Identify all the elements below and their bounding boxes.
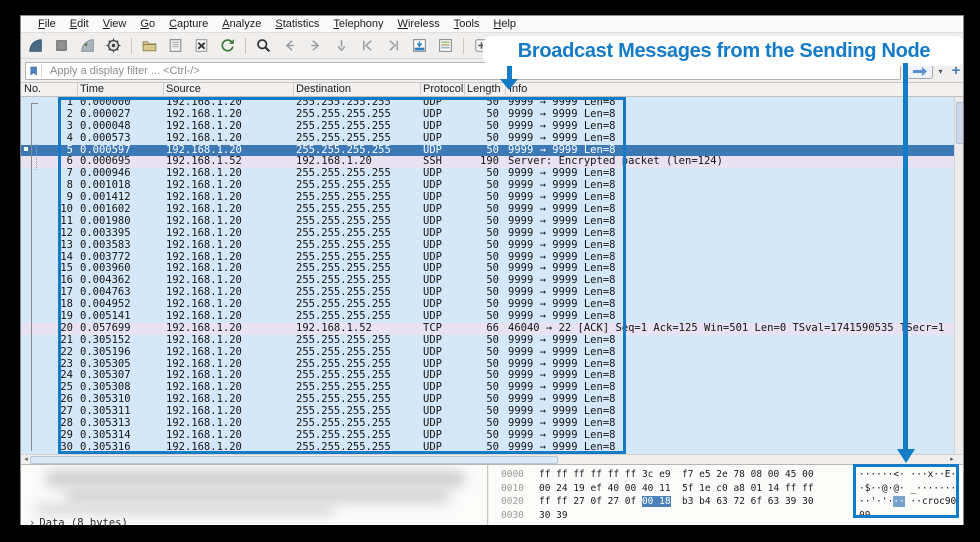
related-packets-dashed-line: [36, 144, 37, 170]
column-header-no[interactable]: No.: [24, 83, 41, 96]
detail-tree-row-data[interactable]: › Data (8 bytes): [29, 517, 128, 525]
hscrollbar-thumb[interactable]: [30, 456, 558, 464]
hex-bytes-column[interactable]: ff ff 27 0f 27 0f 00 18 b3 b4 63 72 6f 6…: [539, 495, 814, 509]
hex-offset: 0010: [501, 482, 524, 494]
hex-bytes-column[interactable]: ff ff ff ff ff ff 3c e9 f7 e5 2e 78 08 0…: [539, 468, 814, 482]
toolbar-separator: [463, 37, 464, 54]
hex-offset: 0020: [501, 496, 524, 507]
menu-wireless[interactable]: Wireless: [391, 18, 447, 30]
hex-offset: 0000: [501, 469, 524, 480]
packet-list-hscrollbar[interactable]: ◂ ▸: [21, 454, 963, 465]
filter-bookmark-icon[interactable]: [29, 64, 42, 78]
annotation-arrow-to-info-column: [507, 66, 512, 79]
blurred-detail-content: [65, 488, 450, 503]
hex-bytes-text: ff ff ff ff ff ff 3c e9 f7 e5 2e 78 08 0…: [539, 469, 814, 480]
toolbar-separator: [245, 37, 246, 54]
stop-capture-icon[interactable]: [53, 37, 70, 54]
vscrollbar-thumb[interactable]: [956, 102, 963, 144]
close-file-icon[interactable]: [193, 37, 210, 54]
column-separator[interactable]: [163, 83, 164, 95]
column-separator[interactable]: [293, 83, 294, 95]
first-packet-icon[interactable]: [359, 37, 376, 54]
menu-telephony[interactable]: Telephony: [326, 18, 390, 30]
menu-bar: File Edit View Go Capture Analyze Statistics Te…: [21, 16, 963, 33]
blurred-detail-content: [45, 471, 465, 486]
column-separator[interactable]: [420, 83, 421, 95]
annotation-callout-bubble: Broadcast Messages from the Sending Node: [483, 36, 963, 66]
annotation-arrowhead-hex: [897, 449, 915, 463]
menu-go[interactable]: Go: [133, 18, 162, 30]
hex-bytes-text: b3 b4 63 72 6f 63 39 30: [670, 496, 814, 507]
hex-bytes-column[interactable]: 30 39: [539, 509, 568, 523]
menu-analyze[interactable]: Analyze: [215, 18, 268, 30]
detail-row-label: Data (8 bytes): [39, 517, 128, 525]
column-separator[interactable]: [464, 83, 465, 95]
start-capture-icon[interactable]: [27, 37, 44, 54]
hex-bytes-text: ff ff 27 0f 27 0f: [539, 496, 642, 507]
packet-list-vscrollbar[interactable]: [954, 97, 963, 454]
column-header-length[interactable]: Length: [467, 83, 501, 96]
go-back-icon[interactable]: [281, 37, 298, 54]
menu-file[interactable]: File: [31, 18, 63, 30]
auto-scroll-icon[interactable]: [411, 37, 428, 54]
expander-icon[interactable]: ›: [29, 517, 35, 525]
column-header-destination[interactable]: Destination: [296, 83, 351, 96]
column-separator[interactable]: [77, 83, 78, 95]
annotation-arrowhead-info: [500, 79, 518, 90]
go-forward-icon[interactable]: [307, 37, 324, 54]
last-packet-icon[interactable]: [385, 37, 402, 54]
open-file-icon[interactable]: [141, 37, 158, 54]
menu-capture[interactable]: Capture: [162, 18, 215, 30]
filter-placeholder: Apply a display filter ... <Ctrl-/>: [50, 65, 200, 77]
capture-options-icon[interactable]: [105, 37, 122, 54]
colorize-icon[interactable]: [437, 37, 454, 54]
hex-highlighted-bytes: 00 18: [641, 496, 671, 507]
annotation-box-hex-ascii: [853, 464, 959, 518]
blurred-detail-content: [35, 504, 335, 515]
hex-bytes-text: 30 39: [539, 509, 568, 521]
reload-file-icon[interactable]: [219, 37, 236, 54]
find-packet-icon[interactable]: [255, 37, 272, 54]
menu-statistics[interactable]: Statistics: [268, 18, 326, 30]
menu-tools[interactable]: Tools: [447, 18, 487, 30]
column-header-source[interactable]: Source: [166, 83, 201, 96]
hex-bytes-column[interactable]: 00 24 19 ef 40 00 40 11 5f 1e c0 a8 01 1…: [539, 482, 814, 496]
column-header-protocol[interactable]: Protocol: [423, 83, 463, 96]
column-header-time[interactable]: Time: [80, 83, 104, 96]
menu-edit[interactable]: Edit: [63, 18, 96, 30]
menu-help[interactable]: Help: [486, 18, 523, 30]
selected-row-marker: [24, 147, 28, 151]
save-file-icon[interactable]: [167, 37, 184, 54]
annotation-arrow-to-hex-ascii: [903, 63, 908, 449]
restart-capture-icon[interactable]: [79, 37, 96, 54]
packet-list-header: No. Time Source Destination Protocol Len…: [21, 83, 963, 97]
annotation-callout-text: Broadcast Messages from the Sending Node: [517, 39, 931, 62]
hscroll-right-arrow[interactable]: ▸: [947, 455, 957, 464]
annotation-box-packet-list: [58, 97, 626, 454]
menu-view[interactable]: View: [96, 18, 134, 30]
hex-offset: 0030: [501, 509, 524, 521]
hex-bytes-text: 00 24 19 ef 40 00 40 11 5f 1e c0 a8 01 1…: [539, 482, 814, 494]
toolbar-separator: [131, 37, 132, 54]
wireshark-window: File Edit View Go Capture Analyze Statistics Te…: [20, 15, 964, 525]
go-to-packet-icon[interactable]: [333, 37, 350, 54]
packet-details-pane: › Data (8 bytes): [21, 465, 488, 525]
